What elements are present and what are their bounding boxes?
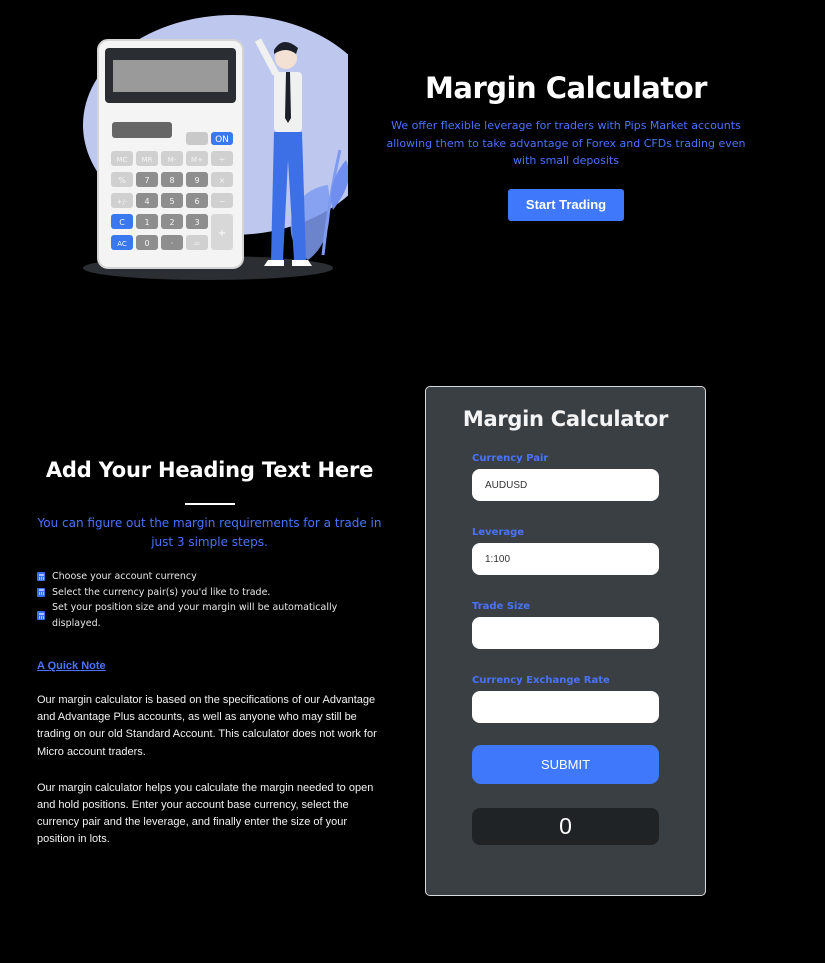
- calc-key-label: M+: [191, 156, 203, 164]
- calc-key-label: 8: [169, 176, 174, 185]
- calc-key-label: M-: [168, 156, 177, 164]
- calc-key-label: 9: [194, 176, 199, 185]
- calculator-icon: [37, 572, 45, 582]
- submit-button[interactable]: SUBMIT: [472, 745, 659, 784]
- note-paragraph: Our margin calculator is based on the sp…: [37, 694, 377, 758]
- margin-result: 0: [472, 808, 659, 845]
- calc-key-label: 3: [194, 218, 199, 227]
- leverage-field: Leverage: [472, 527, 660, 575]
- step-text: Set your position size and your margin w…: [52, 602, 338, 629]
- step-text: Choose your account currency: [52, 571, 197, 582]
- hero-subtitle: We offer flexible leverage for traders w…: [386, 119, 746, 167]
- hero-title: Margin Calculator: [425, 71, 707, 105]
- calc-key-label: ·: [171, 239, 174, 248]
- calc-key-label: ÷: [219, 155, 226, 164]
- calc-key-label: 2: [169, 218, 174, 227]
- calc-key-label: MR: [142, 156, 153, 164]
- leverage-label: Leverage: [472, 527, 525, 538]
- info-heading: Add Your Heading Text Here: [45, 458, 374, 482]
- step-text: Select the currency pair(s) you'd like t…: [52, 586, 271, 598]
- calc-key-label: %: [118, 176, 126, 185]
- calc-key-label: +: [218, 228, 226, 239]
- calc-key-label: 6: [194, 197, 199, 206]
- currency-pair-input[interactable]: [472, 469, 659, 501]
- steps-list: Choose your account currency Select the …: [37, 569, 382, 631]
- exchange-rate-field: Currency Exchange Rate: [472, 675, 660, 723]
- calc-key-label: 7: [144, 176, 149, 185]
- calc-key-label: 1: [144, 218, 149, 227]
- trade-size-label: Trade Size: [472, 601, 531, 612]
- step-item: Select the currency pair(s) you'd like t…: [37, 585, 382, 601]
- info-section: Add Your Heading Text Here You can figur…: [37, 455, 382, 849]
- info-subheading: You can figure out the margin requiremen…: [37, 516, 382, 549]
- exchange-rate-input[interactable]: [472, 691, 659, 723]
- calc-key-label: −: [219, 197, 226, 206]
- calculator-illustration: ON MC MR M- M+ ÷% 7 8 9 × +/- 4 5 6 − C 1 2 3 + AC 0 · =: [83, 15, 348, 280]
- currency-pair-field: Currency Pair: [472, 453, 660, 501]
- calculator-icon: [37, 587, 45, 597]
- leverage-input[interactable]: [472, 543, 659, 575]
- step-item: Choose your account currency: [37, 569, 382, 585]
- calc-key-label: 4: [144, 197, 149, 206]
- calculator-icon: [37, 611, 45, 620]
- note-paragraph: Our margin calculator helps you calculat…: [37, 781, 374, 846]
- heading-divider: [184, 503, 235, 505]
- calc-key-label: +/-: [117, 198, 128, 206]
- currency-pair-label: Currency Pair: [472, 453, 549, 464]
- quick-note-link[interactable]: A Quick Note: [37, 660, 106, 672]
- calc-key-label: AC: [117, 240, 127, 248]
- trade-size-input[interactable]: [472, 617, 659, 649]
- calc-key-label: ×: [219, 176, 226, 185]
- step-item: Set your position size and your margin w…: [37, 600, 382, 631]
- trade-size-field: Trade Size: [472, 601, 660, 649]
- calc-key-label: 5: [169, 197, 174, 206]
- margin-calculator-card: Margin Calculator Currency Pair Leverage…: [425, 386, 706, 896]
- calc-key-label: =: [194, 239, 201, 248]
- on-key: ON: [215, 135, 229, 145]
- exchange-rate-label: Currency Exchange Rate: [472, 675, 610, 686]
- calc-key-label: C: [119, 218, 125, 227]
- calc-key-label: 0: [144, 239, 149, 248]
- calculator-title: Margin Calculator: [462, 407, 669, 431]
- calc-key-label: MC: [117, 156, 128, 164]
- hero-section: Margin Calculator We offer flexible leve…: [380, 68, 752, 221]
- start-trading-button[interactable]: Start Trading: [507, 188, 625, 221]
